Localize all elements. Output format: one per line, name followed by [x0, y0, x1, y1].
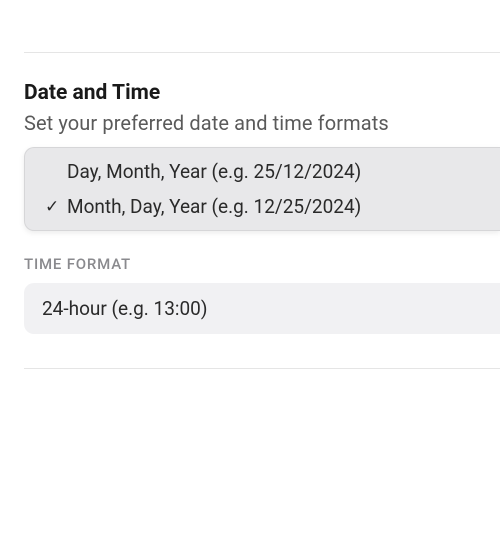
date-format-option-mdy[interactable]: ✓ Month, Day, Year (e.g. 12/25/2024) — [25, 189, 500, 224]
section-subtitle: Set your preferred date and time formats — [24, 111, 500, 135]
section-divider-top — [24, 52, 500, 53]
date-format-option-label: Day, Month, Year (e.g. 25/12/2024) — [67, 160, 361, 183]
section-divider-bottom — [24, 368, 500, 369]
check-icon: ✓ — [45, 197, 67, 217]
date-format-option-label: Month, Day, Year (e.g. 12/25/2024) — [67, 195, 361, 218]
section-title: Date and Time — [24, 81, 500, 105]
time-format-value: 24-hour (e.g. 13:00) — [42, 297, 207, 320]
time-format-select[interactable]: 24-hour (e.g. 13:00) — [24, 283, 500, 334]
time-format-label: TIME FORMAT — [24, 255, 500, 273]
date-format-option-dmy[interactable]: Day, Month, Year (e.g. 25/12/2024) — [25, 154, 500, 189]
date-format-dropdown[interactable]: Day, Month, Year (e.g. 25/12/2024) ✓ Mon… — [24, 147, 500, 231]
